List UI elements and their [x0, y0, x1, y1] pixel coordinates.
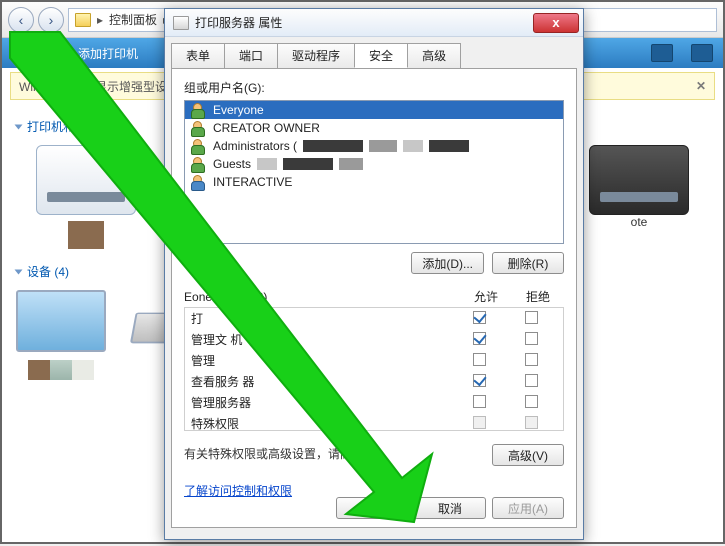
permission-name: 管理: [191, 352, 453, 369]
folder-icon: [75, 13, 91, 27]
users-icon: [191, 103, 207, 117]
tab-ports[interactable]: 端口: [224, 43, 278, 68]
forward-button[interactable]: ›: [38, 7, 64, 33]
add-printer-button[interactable]: 添加打印机: [78, 45, 138, 62]
tab-security[interactable]: 安全: [354, 43, 408, 68]
permission-row: 打: [185, 308, 563, 329]
user-row[interactable]: CREATOR OWNER: [185, 119, 563, 137]
user-name: CREATOR OWNER: [213, 121, 320, 135]
learn-access-link[interactable]: 了解访问控制和权限: [184, 482, 292, 499]
permission-row: 管理: [185, 350, 563, 371]
view-icon[interactable]: [651, 44, 673, 62]
user-row[interactable]: Guests: [185, 155, 563, 173]
dialog-title: 打印服务器 属性: [195, 14, 533, 31]
deny-checkbox[interactable]: [525, 332, 538, 345]
advanced-button[interactable]: 高级(V): [492, 444, 564, 466]
permission-row: 管理文 机: [185, 329, 563, 350]
print-server-properties-dialog: 打印服务器 属性 x 表单 端口 驱动程序 安全 高级 组或用户名(G): Ev…: [164, 8, 584, 540]
printer-icon: [589, 145, 689, 215]
permissions-list: 打管理文 机管理查看服务 器管理服务器特殊权限: [184, 307, 564, 431]
allow-checkbox[interactable]: [473, 353, 486, 366]
security-panel: 组或用户名(G): Everyone CREATOR OWNER Adminis…: [171, 68, 577, 528]
user-name: Administrators (: [213, 139, 297, 153]
device-item[interactable]: [16, 290, 106, 383]
section-title: 设备 (4): [27, 263, 69, 280]
permissions-header: Eone 的权限(P) 允许 拒绝: [184, 288, 564, 305]
deny-header: 拒绝: [512, 288, 564, 305]
allow-checkbox[interactable]: [473, 311, 486, 324]
section-title: 打印机和传真 (6): [27, 118, 117, 135]
help-icon[interactable]: [691, 44, 713, 62]
add-button[interactable]: 添加(D)...: [411, 252, 484, 274]
allow-checkbox: [473, 416, 486, 429]
user-list[interactable]: Everyone CREATOR OWNER Administrators ( …: [184, 100, 564, 244]
apply-button[interactable]: 应用(A): [492, 497, 564, 519]
users-icon: [191, 139, 207, 153]
chevron-down-icon: [15, 124, 23, 129]
cancel-button[interactable]: 取消: [414, 497, 486, 519]
add-device-button[interactable]: 添加设备: [12, 45, 60, 62]
allow-header: 允许: [460, 288, 512, 305]
permission-name: 管理文 机: [191, 331, 453, 348]
chevron-down-icon: [15, 269, 23, 274]
tab-advanced[interactable]: 高级: [407, 43, 461, 68]
printer-icon: [36, 145, 136, 215]
tab-drivers[interactable]: 驱动程序: [277, 43, 355, 68]
close-button[interactable]: x: [533, 13, 579, 33]
close-icon[interactable]: ✕: [696, 79, 706, 93]
allow-checkbox[interactable]: [473, 374, 486, 387]
deny-checkbox: [525, 416, 538, 429]
monitor-icon: [16, 290, 106, 352]
permission-row: 特殊权限: [185, 413, 563, 434]
ok-button[interactable]: 确定: [336, 497, 408, 519]
breadcrumb-item[interactable]: 控制面板: [109, 11, 157, 28]
users-icon: [191, 175, 207, 189]
user-name: Everyone: [213, 103, 264, 117]
swatch: [68, 221, 104, 249]
permission-name: 特殊权限: [191, 415, 453, 432]
permission-row: 查看服务 器: [185, 371, 563, 392]
deny-checkbox[interactable]: [525, 353, 538, 366]
allow-checkbox[interactable]: [473, 332, 486, 345]
printer-item[interactable]: ote: [569, 145, 709, 255]
deny-checkbox[interactable]: [525, 395, 538, 408]
user-name: INTERACTIVE: [213, 175, 292, 189]
user-name: Guests: [213, 157, 251, 171]
user-row[interactable]: Administrators (: [185, 137, 563, 155]
titlebar[interactable]: 打印服务器 属性 x: [165, 9, 583, 37]
deny-checkbox[interactable]: [525, 311, 538, 324]
printer-icon: [173, 16, 189, 30]
printer-item[interactable]: [16, 145, 156, 255]
printer-label: ote: [569, 215, 709, 229]
users-icon: [191, 121, 207, 135]
users-icon: [191, 157, 207, 171]
group-user-label: 组或用户名(G):: [184, 79, 564, 96]
tab-forms[interactable]: 表单: [171, 43, 225, 68]
permission-name: 查看服务 器: [191, 373, 453, 390]
info-text: Windows 可以显示增强型设: [19, 78, 167, 95]
user-row[interactable]: INTERACTIVE: [185, 173, 563, 191]
back-button[interactable]: ‹: [8, 7, 34, 33]
permission-name: 管理服务器: [191, 394, 453, 411]
permission-row: 管理服务器: [185, 392, 563, 413]
allow-checkbox[interactable]: [473, 395, 486, 408]
chevron-right-icon: ▸: [95, 13, 105, 27]
user-row-everyone[interactable]: Everyone: [185, 101, 563, 119]
permission-name: 打: [191, 310, 453, 327]
deny-checkbox[interactable]: [525, 374, 538, 387]
tab-strip: 表单 端口 驱动程序 安全 高级: [165, 37, 583, 68]
remove-button[interactable]: 删除(R): [492, 252, 564, 274]
